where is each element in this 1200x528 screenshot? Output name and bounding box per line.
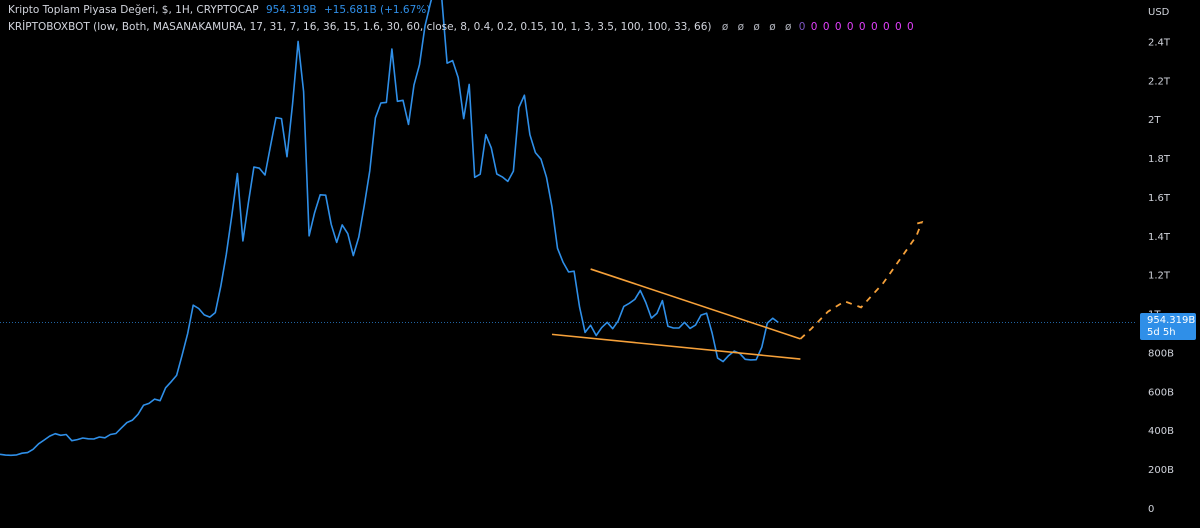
zero-value-7: 0 bbox=[870, 21, 878, 33]
y-tick-label: 2T bbox=[1148, 115, 1161, 126]
null-value-1: ø bbox=[721, 21, 729, 33]
null-value-3: ø bbox=[753, 21, 760, 33]
change-value: +15.681B (+1.67%) bbox=[323, 4, 431, 16]
symbol-legend[interactable]: Kripto Toplam Piyasa Değeri, $, 1H, CRYP… bbox=[8, 4, 430, 16]
y-tick-label: 200B bbox=[1148, 465, 1174, 476]
y-tick-label: 400B bbox=[1148, 426, 1174, 437]
symbol-title: Kripto Toplam Piyasa Değeri, $, 1H, CRYP… bbox=[8, 4, 259, 16]
null-value-2: ø bbox=[737, 21, 745, 33]
y-tick-label: 1.6T bbox=[1148, 193, 1171, 204]
y-tick-label: 1.8T bbox=[1148, 154, 1171, 165]
price-series-group bbox=[0, 0, 779, 457]
axis-currency-label: USD bbox=[1148, 7, 1170, 18]
projection-group bbox=[799, 220, 924, 340]
y-tick-label: 0 bbox=[1148, 504, 1154, 515]
zero-value-9: 0 bbox=[895, 21, 902, 33]
indicator-values: ø ø ø ø ø 0 0 0 0 0 0 0 0 0 0 bbox=[719, 21, 915, 33]
null-value-5: ø bbox=[784, 21, 792, 33]
y-tick-label: 1.4T bbox=[1148, 232, 1171, 243]
indicator-label: KRİPTOBOXBOT (low, Both, MASANAKAMURA, 1… bbox=[8, 21, 712, 33]
y-tick-label: 2.4T bbox=[1148, 37, 1171, 48]
price-series-line[interactable] bbox=[0, 0, 779, 457]
last-price-badge-value: 954.319B bbox=[1147, 315, 1196, 327]
price-axis[interactable]: USD 0200B400B600B800B1T1.2T1.4T1.6T1.8T2… bbox=[1148, 7, 1174, 515]
zero-value-1: 0 bbox=[798, 21, 806, 33]
last-value: 954.319B bbox=[265, 4, 317, 16]
null-value-4: ø bbox=[769, 21, 776, 33]
zero-value-6: 0 bbox=[858, 21, 866, 33]
y-tick-label: 800B bbox=[1148, 348, 1174, 359]
y-tick-label: 2.2T bbox=[1148, 76, 1171, 87]
zero-value-8: 0 bbox=[882, 21, 890, 33]
trendline-group bbox=[551, 268, 801, 360]
y-tick-label: 1.2T bbox=[1148, 271, 1171, 282]
zero-value-2: 0 bbox=[810, 21, 818, 33]
zero-value-10: 0 bbox=[907, 21, 914, 33]
last-price-badge: 954.319B 5d 5h bbox=[1140, 313, 1196, 341]
last-price-badge-countdown: 5d 5h bbox=[1147, 327, 1176, 339]
projection-path[interactable] bbox=[799, 220, 924, 340]
zero-value-3: 0 bbox=[822, 21, 830, 33]
zero-value-5: 0 bbox=[846, 21, 854, 33]
price-chart[interactable]: USD 0200B400B600B800B1T1.2T1.4T1.6T1.8T2… bbox=[0, 0, 1200, 528]
upper-trendline[interactable] bbox=[590, 268, 801, 340]
zero-value-4: 0 bbox=[834, 21, 842, 33]
y-tick-label: 600B bbox=[1148, 387, 1174, 398]
indicator-legend[interactable]: KRİPTOBOXBOT (low, Both, MASANAKAMURA, 1… bbox=[8, 21, 915, 33]
